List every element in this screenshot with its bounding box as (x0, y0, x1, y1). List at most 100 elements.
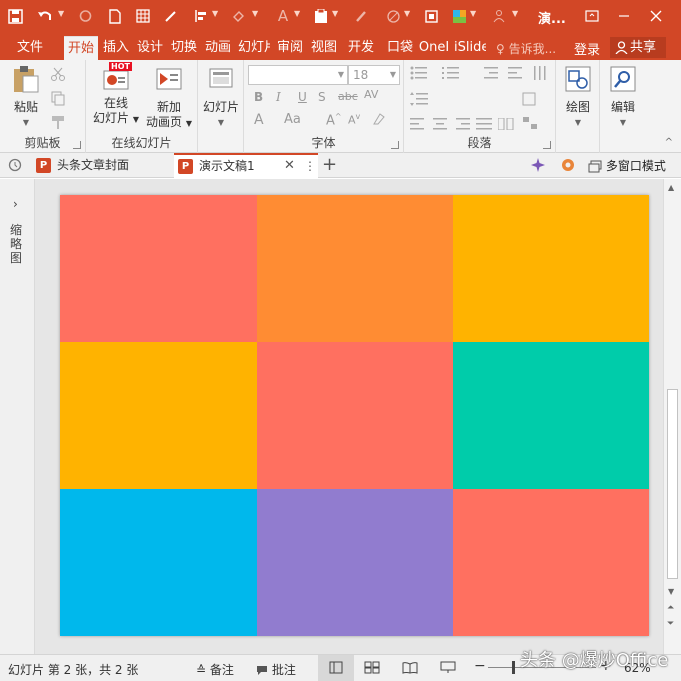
eyedropper-icon[interactable] (160, 5, 182, 27)
paste-dropdown-icon[interactable]: ▼ (332, 9, 338, 18)
decrease-indent-icon[interactable] (484, 66, 500, 83)
ribbon-display-icon[interactable] (580, 4, 604, 28)
shrink-font-icon[interactable]: Av (348, 112, 360, 127)
tab-home[interactable]: 开始 (64, 36, 98, 60)
zoom-slider-thumb[interactable] (512, 661, 515, 674)
login-link[interactable]: 登录 (574, 39, 600, 58)
font-color-button[interactable]: A (254, 112, 264, 128)
numbering-icon[interactable] (442, 66, 462, 83)
slide-cell-r3c1[interactable] (60, 489, 257, 636)
share-button[interactable]: 共享 (610, 37, 666, 58)
clipboard-launcher-icon[interactable] (73, 141, 81, 149)
scroll-up-icon[interactable]: ▲ (668, 183, 674, 192)
align-left-icon[interactable] (410, 118, 426, 133)
doc-tab-presentation1[interactable]: P 演示文稿1 ✕ ⋮ (174, 153, 318, 178)
align-icon[interactable] (190, 5, 212, 27)
shape-dropdown-icon[interactable]: ▼ (404, 9, 410, 18)
align-center-icon[interactable] (432, 118, 448, 133)
drawing-button[interactable]: 绘图 ▼ (560, 64, 596, 130)
new-animation-page-button[interactable]: 新加 动画页 ▼ (144, 64, 194, 131)
bold-button[interactable]: B (254, 90, 263, 104)
font-color-icon[interactable]: A (272, 5, 294, 27)
align-right-icon[interactable] (454, 118, 470, 133)
tab-onenote[interactable]: OneI (418, 36, 450, 60)
tell-me-box[interactable]: ♀ 告诉我... (496, 40, 556, 57)
tab-pocket[interactable]: 口袋 (384, 36, 416, 60)
format-painter-icon[interactable] (350, 5, 372, 27)
paste-dropdown-icon[interactable]: ▼ (6, 115, 46, 130)
undo-dropdown-icon[interactable]: ▼ (58, 9, 64, 18)
tab-insert[interactable]: 插入 (100, 36, 132, 60)
grid-icon[interactable] (132, 5, 154, 27)
tab-transitions[interactable]: 切换 (168, 36, 200, 60)
next-slide-icon[interactable]: ⏷ (667, 619, 674, 629)
slide-cell-r1c1[interactable] (60, 195, 257, 342)
slide-cell-r1c3[interactable] (453, 195, 649, 342)
justify-icon[interactable] (476, 118, 492, 133)
previous-slide-icon[interactable]: ⏶ (667, 603, 674, 613)
slide-cell-r2c1[interactable] (60, 342, 257, 489)
customize-qat-icon[interactable]: ▼ (512, 9, 518, 18)
redo-icon[interactable] (74, 5, 96, 27)
notes-button[interactable]: ≙ 备注 (196, 661, 234, 678)
tab-slideshow[interactable]: 幻灯片 (238, 36, 270, 60)
theme-icon[interactable] (448, 5, 470, 27)
font-launcher-icon[interactable] (391, 141, 399, 149)
scroll-down-icon[interactable]: ▼ (668, 587, 674, 596)
font-color-dropdown-icon[interactable]: ▼ (294, 9, 300, 18)
format-painter-icon[interactable] (50, 114, 66, 133)
new-icon[interactable] (104, 5, 126, 27)
slide-canvas[interactable] (60, 195, 649, 636)
more-icon[interactable] (488, 5, 510, 27)
slide-cell-r3c3[interactable] (453, 489, 649, 636)
tab-animations[interactable]: 动画 (202, 36, 234, 60)
theme-dropdown-icon[interactable]: ▼ (470, 9, 476, 18)
grow-font-icon[interactable]: A^ (326, 112, 342, 128)
strikethrough-button[interactable]: abc (338, 90, 358, 103)
slide-cell-r2c2[interactable] (257, 342, 453, 489)
font-name-field[interactable]: ▼ (248, 65, 348, 85)
undo-icon[interactable] (34, 5, 56, 27)
tab-menu-icon[interactable]: ⋮ (304, 155, 316, 177)
close-tab-icon[interactable]: ✕ (284, 155, 295, 177)
tab-islide[interactable]: iSlide (454, 36, 486, 60)
char-spacing-button[interactable]: AV (364, 88, 378, 101)
collapse-ribbon-icon[interactable]: ^ (665, 137, 673, 148)
scrollbar-thumb[interactable] (667, 389, 678, 579)
expand-pane-icon[interactable]: › (13, 197, 18, 211)
bullets-icon[interactable] (410, 66, 430, 83)
increase-indent-icon[interactable] (508, 66, 524, 83)
thumbnail-pane-collapsed[interactable]: › 缩略图 (0, 179, 35, 654)
tab-design[interactable]: 设计 (134, 36, 166, 60)
minimize-icon[interactable] (612, 4, 636, 28)
italic-button[interactable]: I (276, 90, 281, 104)
fill-icon[interactable] (228, 5, 250, 27)
tab-review[interactable]: 审阅 (274, 36, 306, 60)
multi-window-toggle[interactable]: 多窗口模式 (588, 157, 666, 174)
doc-tab-cover[interactable]: P 头条文章封面 (34, 153, 172, 178)
align-dropdown-icon[interactable]: ▼ (212, 9, 218, 18)
line-spacing-icon[interactable] (410, 92, 428, 109)
slide-cell-r1c2[interactable] (257, 195, 453, 342)
cut-icon[interactable] (50, 66, 66, 85)
normal-view-button[interactable] (318, 655, 354, 681)
slide-cell-r3c2[interactable] (257, 489, 453, 636)
slide-cell-r2c3[interactable] (453, 342, 649, 489)
paste-button[interactable]: 粘贴 ▼ (6, 64, 46, 130)
paragraph-launcher-icon[interactable] (543, 141, 551, 149)
tab-file[interactable]: 文件 (8, 36, 52, 60)
settings-icon[interactable] (560, 157, 576, 176)
screenshot-icon[interactable] (420, 5, 442, 27)
tab-view[interactable]: 视图 (308, 36, 340, 60)
tab-developer[interactable]: 开发 (344, 36, 378, 60)
magic-icon[interactable] (530, 157, 546, 176)
editing-button[interactable]: 编辑 ▼ (604, 64, 642, 130)
copy-icon[interactable] (50, 90, 66, 109)
close-icon[interactable] (644, 4, 668, 28)
strike-button[interactable]: S (318, 90, 326, 104)
slideshow-button[interactable] (440, 661, 456, 677)
slide-sorter-button[interactable] (364, 661, 380, 677)
align-text-icon[interactable] (522, 92, 538, 109)
comments-button[interactable]: 批注 (256, 661, 296, 678)
font-size-field[interactable]: 18 ▼ (348, 65, 400, 85)
